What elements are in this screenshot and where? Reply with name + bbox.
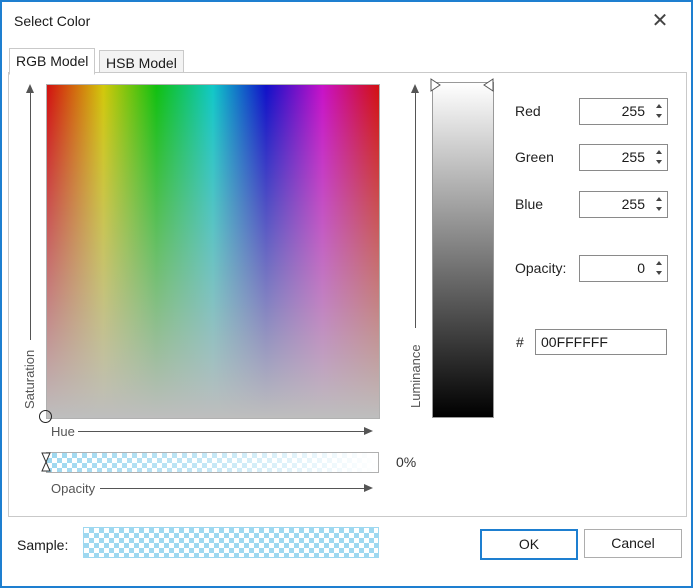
ok-button[interactable]: OK — [480, 529, 578, 560]
green-label: Green — [515, 149, 554, 165]
opacity-axis-line — [100, 488, 364, 489]
hex-input[interactable]: 00FFFFFF — [535, 329, 667, 355]
red-label: Red — [515, 103, 541, 119]
opacity-value: 0 — [637, 260, 645, 276]
opacity-axis-label: Opacity — [51, 481, 98, 496]
close-icon[interactable]: ✕ — [650, 11, 670, 31]
luminance-slider[interactable] — [432, 82, 494, 418]
red-up-arrow-icon[interactable] — [656, 104, 662, 108]
hue-arrow-icon — [364, 427, 373, 435]
green-value: 255 — [621, 149, 645, 165]
blue-label: Blue — [515, 196, 544, 212]
blue-up-arrow-icon[interactable] — [656, 197, 662, 201]
saturation-axis-label: Saturation — [22, 349, 37, 409]
blue-down-arrow-icon[interactable] — [656, 207, 662, 211]
opacity-stepper[interactable]: 0 — [579, 255, 668, 282]
opacity-up-arrow-icon[interactable] — [656, 261, 662, 265]
red-value: 255 — [621, 103, 645, 119]
blue-stepper[interactable]: 255 — [579, 191, 668, 218]
hue-axis-label: Hue — [51, 424, 77, 439]
green-stepper[interactable]: 255 — [579, 144, 668, 171]
opacity-slider-handle-icon[interactable] — [41, 452, 51, 472]
tab-rgb-model[interactable]: RGB Model — [9, 48, 96, 75]
sample-label: Sample: — [17, 537, 69, 553]
hex-label: # — [516, 334, 524, 350]
opacity-percent-label: 0% — [396, 454, 417, 470]
green-down-arrow-icon[interactable] — [656, 160, 662, 164]
opacity-down-arrow-icon[interactable] — [656, 271, 662, 275]
luminance-handle-icon[interactable] — [430, 78, 496, 92]
cancel-button[interactable]: Cancel — [584, 529, 682, 558]
color-spectrum-picker[interactable] — [46, 84, 380, 419]
opacity-label: Opacity: — [515, 260, 567, 276]
hex-value: 00FFFFFF — [541, 334, 608, 350]
luminance-axis-label: Luminance — [408, 344, 423, 408]
green-up-arrow-icon[interactable] — [656, 150, 662, 154]
luminance-axis-line — [415, 92, 416, 328]
blue-value: 255 — [621, 196, 645, 212]
spectrum-selector-marker[interactable] — [39, 410, 52, 423]
saturation-axis-line — [30, 92, 31, 340]
color-sample-swatch — [83, 527, 379, 558]
red-down-arrow-icon[interactable] — [656, 114, 662, 118]
red-stepper[interactable]: 255 — [579, 98, 668, 125]
hue-axis-line — [78, 431, 364, 432]
dialog-title: Select Color — [14, 13, 91, 29]
opacity-slider[interactable] — [46, 452, 379, 473]
opacity-arrow-icon — [364, 484, 373, 492]
